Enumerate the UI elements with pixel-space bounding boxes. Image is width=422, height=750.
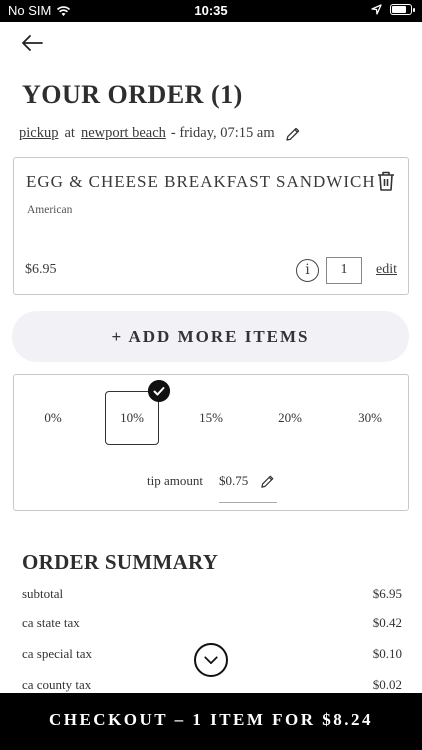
cart-item-card: EGG & CHEESE BREAKFAST SANDWICH American… <box>13 157 409 295</box>
tip-option-10[interactable]: 10% <box>105 380 170 445</box>
pickup-time: - friday, 07:15 am <box>170 125 275 141</box>
pickup-mode-link[interactable]: pickup <box>19 125 58 142</box>
summary-value: $6.95 <box>372 586 402 601</box>
item-name: EGG & CHEESE BREAKFAST SANDWICH <box>26 172 376 191</box>
summary-value: $0.10 <box>372 646 402 661</box>
page-title: YOUR ORDER (1) <box>22 80 243 109</box>
tip-selector: 0% 10% 15% 20% 30% tip amount $0.75 <box>13 374 409 511</box>
status-right <box>371 4 415 15</box>
tip-option-label: 10% <box>120 410 144 425</box>
battery-icon <box>390 4 415 15</box>
tip-option-20[interactable]: 20% <box>263 391 317 445</box>
checkmark-icon <box>148 380 170 402</box>
checkout-button[interactable]: CHECKOUT – 1 ITEM FOR $8.24 <box>0 693 422 750</box>
status-bar: No SIM 10:35 <box>0 0 422 22</box>
info-icon[interactable]: i <box>296 259 319 282</box>
clock: 10:35 <box>194 3 228 18</box>
scroll-down-icon[interactable] <box>194 643 228 677</box>
pickup-at-text: at <box>64 125 75 141</box>
tip-amount-label: tip amount <box>147 473 203 488</box>
pencil-icon[interactable] <box>285 126 301 142</box>
location-arrow-icon <box>371 4 382 15</box>
summary-row-state-tax: ca state tax $0.42 <box>22 615 402 631</box>
back-arrow-icon[interactable] <box>20 32 44 54</box>
trash-icon[interactable] <box>376 170 396 192</box>
item-price: $6.95 <box>25 262 57 277</box>
summary-row-subtotal: subtotal $6.95 <box>22 586 402 602</box>
battery-fill <box>392 6 406 13</box>
pencil-icon[interactable] <box>260 474 275 489</box>
tip-amount-underline <box>219 502 277 503</box>
pickup-location-link[interactable]: newport beach <box>81 125 166 142</box>
quantity-field[interactable]: 1 <box>326 257 362 284</box>
summary-value: $0.02 <box>372 677 402 692</box>
edit-item-link[interactable]: edit <box>376 262 397 278</box>
summary-label: subtotal <box>22 586 64 601</box>
add-more-items-button[interactable]: + ADD MORE ITEMS <box>12 311 409 362</box>
summary-label: ca state tax <box>22 615 80 630</box>
tip-amount-field[interactable]: $0.75 <box>219 473 248 489</box>
order-summary-title: ORDER SUMMARY <box>22 550 219 574</box>
tip-option-0[interactable]: 0% <box>26 391 80 445</box>
summary-value: $0.42 <box>372 615 402 630</box>
tip-option-30[interactable]: 30% <box>343 391 397 445</box>
tip-option-15[interactable]: 15% <box>184 391 238 445</box>
summary-row-county-tax: ca county tax $0.02 <box>22 677 402 693</box>
summary-label: ca special tax <box>22 646 93 661</box>
item-category: American <box>27 204 73 216</box>
pickup-details: pickup at newport beach - friday, 07:15 … <box>19 125 301 142</box>
summary-label: ca county tax <box>22 677 92 692</box>
